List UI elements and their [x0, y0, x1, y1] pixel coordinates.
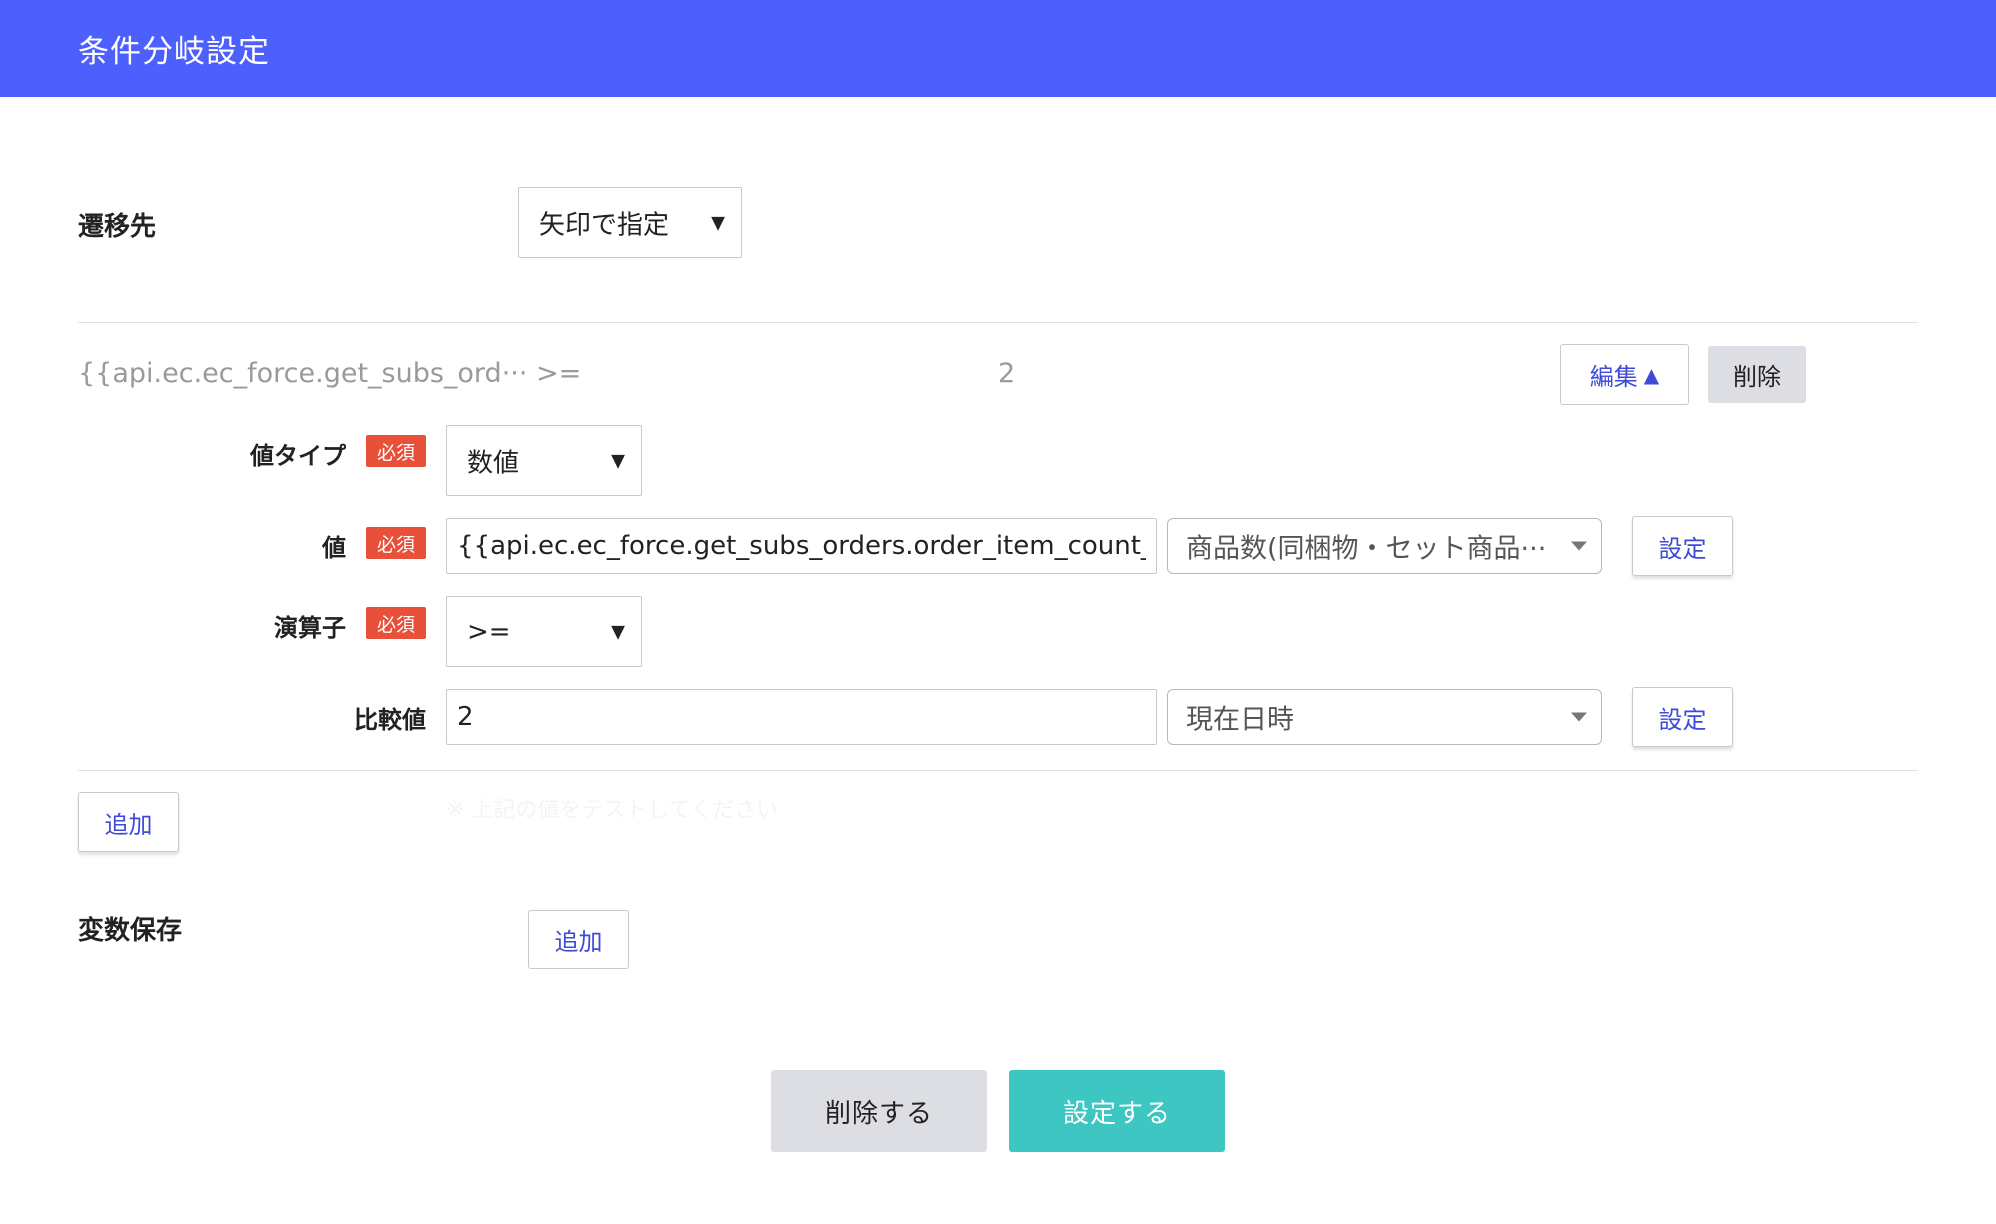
edit-button-label: 編集	[1589, 363, 1638, 391]
operator-selected: >=	[467, 616, 511, 647]
chevron-down-icon: ▼	[611, 621, 625, 642]
delete-button[interactable]: 削除する	[771, 1070, 987, 1152]
value-set-button[interactable]: 設定	[1632, 516, 1733, 576]
edit-button[interactable]: 編集 ▲	[1560, 344, 1689, 405]
delete-condition-button[interactable]: 削除	[1708, 346, 1806, 403]
condition-summary-expression: {{api.ec.ec_force.get_subs_ord··· >=	[78, 358, 582, 389]
divider-bottom	[78, 770, 1918, 771]
required-badge: 必須	[366, 527, 426, 559]
compare-set-button[interactable]: 設定	[1632, 687, 1733, 747]
caret-up-icon: ▲	[1643, 362, 1660, 387]
faint-hint-text: ※ 上記の値をテストしてください	[446, 798, 779, 823]
submit-button[interactable]: 設定する	[1009, 1070, 1225, 1152]
transition-select[interactable]: 矢印で指定 ▼	[518, 187, 742, 258]
compare-preset-select[interactable]: 現在日時	[1167, 689, 1602, 745]
value-label: 値	[322, 534, 346, 562]
required-badge: 必須	[366, 607, 426, 639]
value-type-label: 値タイプ	[250, 442, 346, 470]
value-type-select[interactable]: 数値 ▼	[446, 425, 642, 496]
compare-preset-selected: 現在日時	[1186, 704, 1294, 736]
variable-save-label: 変数保存	[78, 916, 183, 946]
add-condition-button[interactable]: 追加	[78, 792, 179, 852]
operator-label: 演算子	[274, 614, 346, 642]
transition-label: 遷移先	[78, 212, 157, 242]
value-input[interactable]	[446, 518, 1157, 574]
compare-input[interactable]	[446, 689, 1157, 745]
divider-top	[78, 322, 1918, 323]
value-preset-selected: 商品数(同梱物・セット商品···	[1186, 533, 1547, 565]
required-badge: 必須	[366, 435, 426, 467]
value-type-selected: 数値	[467, 448, 520, 478]
value-preset-select[interactable]: 商品数(同梱物・セット商品···	[1167, 518, 1602, 574]
chevron-down-icon	[1571, 541, 1587, 551]
chevron-down-icon	[1571, 712, 1587, 722]
chevron-down-icon: ▼	[611, 450, 625, 471]
page-title: 条件分岐設定	[78, 34, 270, 70]
header-bar: 条件分岐設定	[0, 0, 1996, 97]
operator-select[interactable]: >= ▼	[446, 596, 642, 667]
compare-label: 比較値	[354, 706, 426, 734]
chevron-down-icon: ▼	[711, 212, 725, 233]
transition-selected: 矢印で指定	[539, 210, 670, 240]
condition-summary-value: 2	[998, 358, 1016, 389]
add-variable-button[interactable]: 追加	[528, 910, 629, 969]
